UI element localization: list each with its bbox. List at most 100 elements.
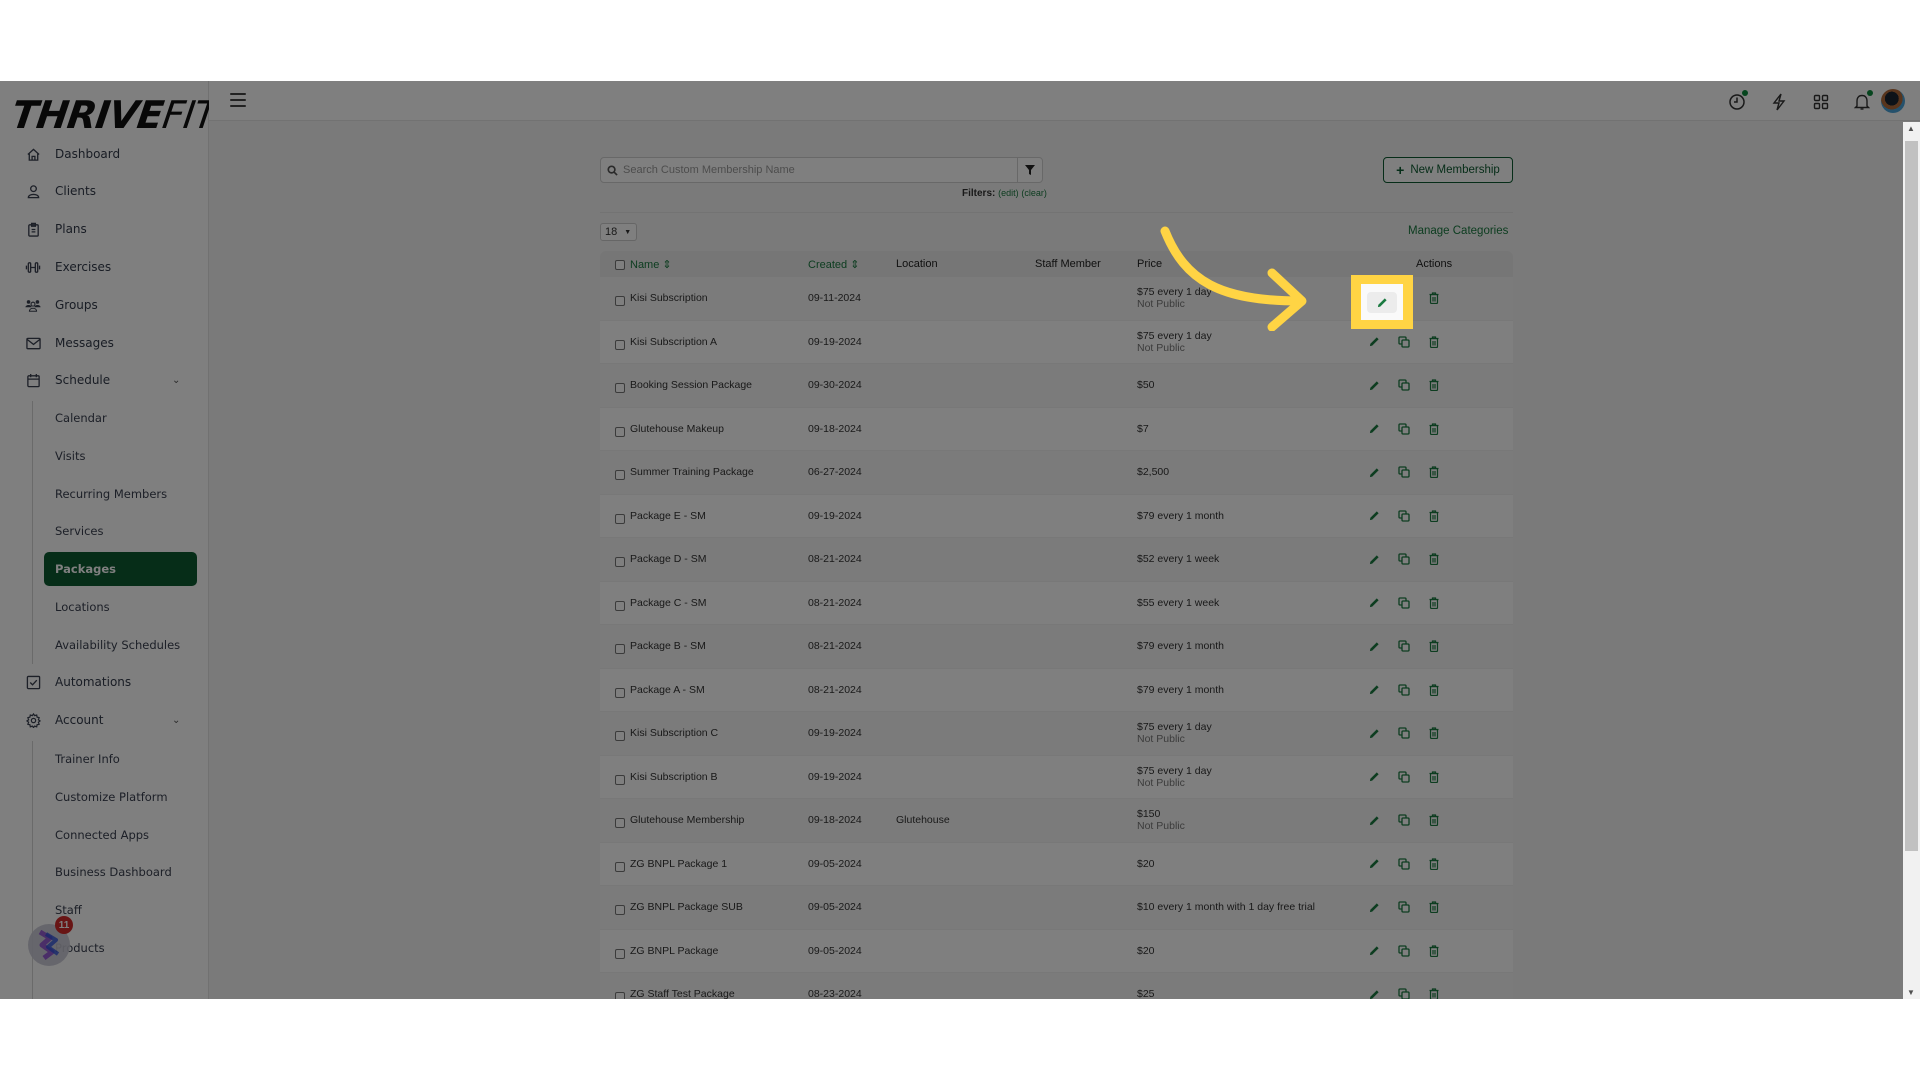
- row-checkbox[interactable]: [615, 861, 625, 872]
- delete-button[interactable]: [1426, 725, 1442, 741]
- delete-button[interactable]: [1426, 812, 1442, 828]
- sidebar-subitem-business-dashboard[interactable]: Business Dashboard: [44, 855, 197, 889]
- duplicate-button[interactable]: [1396, 812, 1412, 828]
- scrollbar-thumb[interactable]: [1905, 141, 1918, 851]
- edit-button[interactable]: [1366, 464, 1382, 480]
- row-checkbox[interactable]: [615, 296, 625, 306]
- edit-button[interactable]: [1366, 638, 1382, 654]
- duplicate-button[interactable]: [1396, 899, 1412, 915]
- sidebar-subitem-visits[interactable]: Visits: [44, 439, 197, 473]
- delete-button[interactable]: [1426, 551, 1442, 567]
- delete-button[interactable]: [1426, 595, 1442, 611]
- duplicate-button[interactable]: [1396, 464, 1412, 480]
- chevron-down-icon[interactable]: ⌄: [172, 715, 180, 726]
- apps-grid-button[interactable]: [1810, 91, 1832, 113]
- sidebar-subitem-availability-schedules[interactable]: Availability Schedules: [44, 628, 197, 662]
- sidebar-item-schedule[interactable]: Schedule ⌄: [0, 365, 209, 395]
- delete-button[interactable]: [1426, 421, 1442, 437]
- select-all-checkbox[interactable]: [615, 260, 625, 270]
- delete-button[interactable]: [1426, 856, 1442, 872]
- edit-button[interactable]: [1366, 856, 1382, 872]
- page-scrollbar[interactable]: ▲ ▼: [1903, 122, 1920, 999]
- delete-button[interactable]: [1426, 377, 1442, 393]
- edit-button[interactable]: [1366, 595, 1382, 611]
- row-checkbox[interactable]: [615, 731, 625, 741]
- duplicate-button[interactable]: [1396, 551, 1412, 567]
- sidebar-subitem-recurring-members[interactable]: Recurring Members: [44, 477, 197, 511]
- sidebar-subitem-packages[interactable]: Packages: [44, 552, 197, 586]
- sidebar-subitem-calendar[interactable]: Calendar: [44, 401, 197, 435]
- row-checkbox[interactable]: [615, 905, 625, 915]
- sidebar-item-messages[interactable]: Messages: [0, 328, 209, 358]
- row-checkbox[interactable]: [615, 339, 625, 350]
- delete-button[interactable]: [1426, 464, 1442, 480]
- row-checkbox[interactable]: [615, 513, 625, 524]
- delete-button[interactable]: [1426, 682, 1442, 698]
- sidebar-item-account[interactable]: Account ⌄: [0, 705, 209, 735]
- delete-button[interactable]: [1426, 334, 1442, 350]
- duplicate-button[interactable]: [1396, 508, 1412, 524]
- sidebar-subitem-locations[interactable]: Locations: [44, 590, 197, 624]
- notifications-button[interactable]: [1851, 90, 1873, 113]
- sidebar-subitem-services[interactable]: Services: [44, 514, 197, 548]
- edit-button-highlighted[interactable]: [1367, 291, 1397, 313]
- edit-button[interactable]: [1366, 986, 1382, 999]
- edit-button[interactable]: [1366, 551, 1382, 567]
- duplicate-button[interactable]: [1396, 638, 1412, 654]
- column-header-name[interactable]: Name ⇕: [630, 258, 672, 271]
- sidebar-item-dashboard[interactable]: Dashboard: [0, 139, 209, 169]
- edit-button[interactable]: [1366, 334, 1382, 350]
- scroll-up-arrow-icon[interactable]: ▲: [1907, 124, 1915, 133]
- row-checkbox[interactable]: [615, 644, 625, 654]
- row-checkbox[interactable]: [615, 383, 625, 393]
- delete-button[interactable]: [1426, 943, 1442, 959]
- sidebar-item-exercises[interactable]: Exercises: [0, 252, 209, 282]
- delete-button[interactable]: [1426, 769, 1442, 785]
- sidebar-item-clients[interactable]: Clients: [0, 176, 209, 206]
- user-avatar[interactable]: [1881, 89, 1905, 113]
- duplicate-button[interactable]: [1396, 421, 1412, 437]
- edit-button[interactable]: [1366, 377, 1382, 393]
- sidebar-subitem-customize-platform[interactable]: Customize Platform: [44, 780, 197, 814]
- scroll-down-arrow-icon[interactable]: ▼: [1907, 988, 1915, 997]
- hamburger-menu-icon[interactable]: [230, 93, 246, 107]
- filters-edit-link[interactable]: (edit): [998, 188, 1019, 198]
- clock-button[interactable]: [1726, 90, 1748, 113]
- delete-button[interactable]: [1426, 986, 1442, 999]
- edit-button[interactable]: [1366, 725, 1382, 741]
- row-checkbox[interactable]: [615, 426, 625, 437]
- filters-clear-link[interactable]: (clear): [1021, 188, 1047, 198]
- delete-button[interactable]: [1426, 508, 1442, 524]
- duplicate-button[interactable]: [1396, 595, 1412, 611]
- row-checkbox[interactable]: [615, 774, 625, 785]
- row-checkbox[interactable]: [615, 992, 625, 999]
- row-checkbox[interactable]: [615, 600, 625, 611]
- edit-button[interactable]: [1366, 421, 1382, 437]
- edit-button[interactable]: [1366, 769, 1382, 785]
- row-checkbox[interactable]: [615, 687, 625, 698]
- delete-button[interactable]: [1426, 638, 1442, 654]
- edit-button[interactable]: [1366, 508, 1382, 524]
- sidebar-item-automations[interactable]: Automations: [0, 667, 209, 697]
- duplicate-button[interactable]: [1396, 334, 1412, 350]
- filter-button[interactable]: [1017, 158, 1042, 182]
- sidebar-item-plans[interactable]: Plans: [0, 214, 209, 244]
- edit-button[interactable]: [1366, 943, 1382, 959]
- floating-assistant-widget[interactable]: 11: [28, 916, 73, 966]
- manage-categories-link[interactable]: Manage Categories: [1408, 225, 1508, 237]
- bolt-button[interactable]: [1768, 91, 1790, 113]
- column-header-created[interactable]: Created ⇕: [808, 258, 859, 271]
- sidebar-subitem-connected-apps[interactable]: Connected Apps: [44, 818, 197, 852]
- row-checkbox[interactable]: [615, 470, 625, 480]
- page-size-select[interactable]: 18 ▼: [600, 223, 637, 241]
- row-checkbox[interactable]: [615, 557, 625, 567]
- delete-button[interactable]: [1426, 899, 1442, 915]
- duplicate-button[interactable]: [1396, 769, 1412, 785]
- duplicate-button[interactable]: [1396, 377, 1412, 393]
- duplicate-button[interactable]: [1396, 986, 1412, 999]
- row-checkbox[interactable]: [615, 818, 625, 828]
- thrivefit-logo[interactable]: THRIVE FIT: [9, 93, 219, 137]
- new-membership-button[interactable]: + New Membership: [1383, 157, 1513, 183]
- duplicate-button[interactable]: [1396, 856, 1412, 872]
- search-input[interactable]: [623, 164, 1017, 176]
